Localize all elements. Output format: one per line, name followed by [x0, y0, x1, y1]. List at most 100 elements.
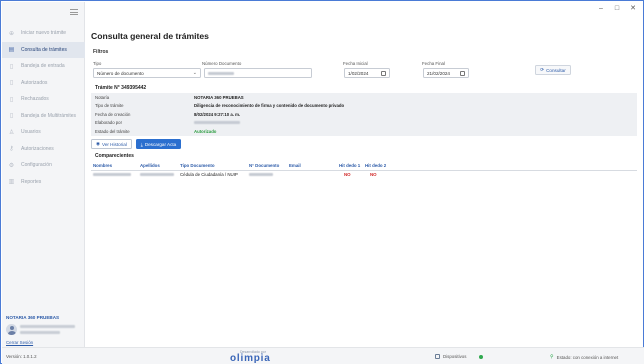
device-icon [435, 354, 440, 359]
detail-row: Fecha de creación 8/02/2024 9:27:10 a. m. [95, 111, 241, 117]
document-icon: ▯ [9, 96, 14, 103]
page-title: Consulta general de trámites [91, 31, 209, 41]
cell-hit2: NO [370, 172, 377, 178]
consultar-button[interactable]: ⟳ Consultar [535, 65, 571, 75]
detail-row: Elaborado por [91, 119, 637, 128]
sidebar-item-consulta[interactable]: ▤ Consulta de trámites [2, 41, 85, 58]
sidebar-item-autorizados[interactable]: ▯ Autorizados [2, 75, 85, 92]
redacted-numdoc [208, 71, 234, 75]
ver-historial-button[interactable]: ◉ Ver Historial [91, 139, 132, 149]
menu-icon[interactable] [70, 9, 78, 15]
detail-row: Estado del trámite Autorizado [95, 128, 217, 134]
sidebar-item-reportes[interactable]: ▥ Reportes [2, 174, 85, 191]
cell-hit1: NO [344, 172, 351, 178]
table-row: Cédula de Ciudadanía / NUIP NO NO [91, 170, 637, 179]
user-icon: ♙ [8, 129, 15, 136]
devices-indicator[interactable]: Dispositivos [435, 354, 484, 359]
filters-title: Filtros [93, 49, 109, 55]
sidebar-item-label: Bandeja de entrada [21, 63, 65, 70]
chart-icon: ▥ [8, 179, 15, 186]
fecha-final-input[interactable]: 21/02/2024 [423, 68, 469, 78]
sidebar-item-autorizaciones[interactable]: ⚷ Autorizaciones [2, 141, 85, 158]
avatar [6, 324, 17, 335]
wifi-icon: ⚲ [550, 354, 554, 360]
maximize-button[interactable]: □ [613, 5, 621, 13]
document-icon: ▯ [9, 63, 14, 70]
sidebar-item-label: Bandeja de Multitrámites [21, 112, 77, 119]
eye-icon: ◉ [96, 141, 101, 146]
footer: Versión: 1.0.1.2 Desarrollado por olimpi… [2, 347, 644, 364]
sidebar-nav: ⊕ Iniciar nuevo trámite ▤ Consulta de trám… [2, 25, 85, 190]
user-row [2, 324, 85, 335]
fecha-inicial-input[interactable]: 1/02/2024 [344, 68, 390, 78]
app-window: – □ ✕ ⊕ Iniciar nuevo trámite ▤ Consulta d… [0, 0, 644, 364]
status-badge: Autorizado [194, 128, 217, 134]
logout-link[interactable]: Cerrar Sesión [2, 340, 85, 345]
minimize-button[interactable]: – [597, 5, 605, 13]
action-buttons: ◉ Ver Historial ⤓ Descargar Acta [91, 139, 182, 149]
sidebar-item-multitramites[interactable]: ▯ Bandeja de Multitrámites [2, 108, 85, 125]
sidebar-item-label: Iniciar nuevo trámite [21, 30, 67, 37]
close-button[interactable]: ✕ [629, 5, 637, 13]
main-content: Consulta general de trámites Filtros Tip… [91, 31, 637, 177]
col-apellidos: Apellidos [138, 162, 178, 171]
fecha-inicial-value: 1/02/2024 [348, 70, 369, 76]
redacted-elaborado-por [194, 121, 240, 125]
sidebar-item-usuarios[interactable]: ♙ Usuarios [2, 124, 85, 141]
version-text: Versión: 1.0.1.2 [6, 354, 37, 359]
tramite-title: Trámite N° 349395442 [95, 85, 147, 91]
descargar-acta-button[interactable]: ⤓ Descargar Acta [135, 139, 182, 149]
refresh-icon: ⟳ [540, 67, 545, 72]
sidebar-item-label: Autorizados [21, 79, 48, 86]
user-block: NOTARIA 360 PRUEBAS Cerrar Sesión [2, 315, 85, 345]
fecha-inicial-label: Fecha Inicial [343, 61, 368, 66]
fecha-final-label: Fecha Final [422, 61, 445, 66]
numdoc-input[interactable] [204, 68, 312, 78]
tipo-select[interactable]: Número de documento ⌄ [93, 68, 201, 78]
devices-label: Dispositivos [443, 354, 467, 359]
connection-label: Estado: con conexión a internet [556, 354, 619, 360]
descargar-acta-label: Descargar Acta [144, 141, 177, 147]
col-numero: N° Documento [247, 162, 287, 171]
tipo-label: Tipo [93, 61, 102, 66]
redacted-apellidos [140, 173, 174, 177]
calendar-icon [381, 70, 386, 76]
sidebar: ⊕ Iniciar nuevo trámite ▤ Consulta de trám… [2, 2, 85, 347]
col-hit2: Hit dedo 2 [363, 162, 637, 171]
ver-historial-label: Ver Historial [102, 141, 127, 147]
sidebar-item-iniciar[interactable]: ⊕ Iniciar nuevo trámite [2, 25, 85, 42]
gear-icon: ⚙ [8, 162, 15, 169]
status-dot-icon [479, 354, 484, 359]
numdoc-label: Número Documento [202, 61, 242, 66]
sidebar-item-rechazados[interactable]: ▯ Rechazados [2, 91, 85, 108]
cell-email [287, 170, 337, 179]
table-header-row: Nombres Apellidos Tipo Documento N° Docu… [91, 162, 637, 171]
fecha-final-value: 21/02/2024 [427, 70, 450, 76]
redacted-user-name [20, 325, 75, 328]
document-icon: ▯ [9, 80, 14, 87]
consultar-label: Consultar [546, 67, 566, 73]
brand-logo: olimpia [230, 353, 271, 364]
chevron-down-icon: ⌄ [192, 70, 197, 76]
detail-row: Tipo de trámite Diligencia de reconocimie… [95, 103, 345, 109]
window-controls: – □ ✕ [597, 5, 637, 13]
comparecientes-title: Comparecientes [95, 153, 134, 159]
key-icon: ⚷ [9, 146, 14, 153]
sidebar-item-bandeja[interactable]: ▯ Bandeja de entrada [2, 58, 85, 75]
redacted-numero [249, 173, 273, 177]
document-icon: ▯ [9, 113, 14, 120]
connection-status: ⚲ Estado: con conexión a internet [550, 354, 618, 360]
tramite-details: Notaría NOTARIA 360 PRUEBAS Tipo de trámi… [91, 93, 637, 136]
col-tipo: Tipo Documento [178, 162, 247, 171]
col-nombres: Nombres [91, 162, 138, 171]
plus-circle-icon: ⊕ [8, 30, 15, 37]
calendar-icon [460, 70, 465, 76]
sidebar-item-configuracion[interactable]: ⚙ Configuración [2, 157, 85, 174]
sidebar-item-label: Consulta de trámites [21, 46, 67, 53]
user-notaria: NOTARIA 360 PRUEBAS [6, 315, 60, 320]
sidebar-item-label: Configuración [21, 162, 52, 169]
col-hit1: Hit dedo 1 [337, 162, 363, 171]
comparecientes-table: Nombres Apellidos Tipo Documento N° Docu… [91, 162, 637, 179]
sidebar-item-label: Reportes [21, 178, 42, 185]
download-icon: ⤓ [140, 141, 143, 147]
